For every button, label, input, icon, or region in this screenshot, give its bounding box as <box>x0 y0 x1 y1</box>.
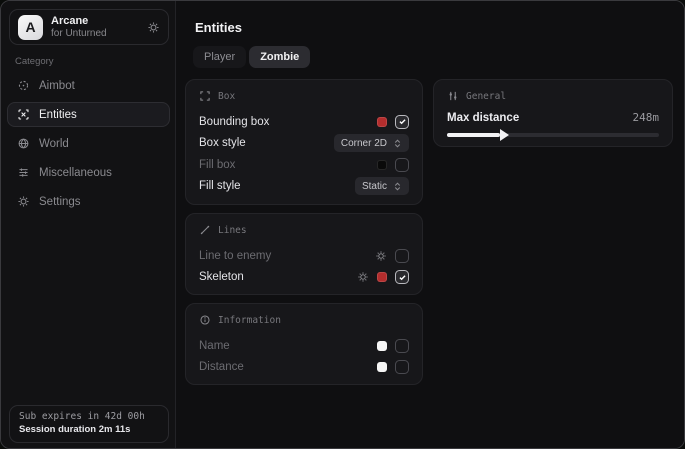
main-content: Entities Player Zombie Box Bounding box <box>176 1 684 448</box>
sidebar-item-world[interactable]: World <box>7 131 170 156</box>
sidebar-item-entities[interactable]: Entities <box>7 102 170 127</box>
app-title: Arcane <box>51 15 139 28</box>
setting-row-skeleton: Skeleton <box>199 267 409 289</box>
subscription-footer: Sub expires in 42d 00h Session duration … <box>9 405 169 443</box>
distance-checkbox[interactable] <box>395 360 409 374</box>
setting-row-fill-style: Fill style Static <box>199 176 409 198</box>
sidebar: A Arcane for Unturned Category A <box>1 1 176 448</box>
box-card: Box Bounding box Box style Corner 2D <box>185 79 423 205</box>
globe-icon <box>17 137 30 150</box>
sidebar-item-label: World <box>39 138 69 150</box>
fill-style-dropdown[interactable]: Static <box>355 177 409 195</box>
name-checkbox[interactable] <box>395 339 409 353</box>
information-card: Information Name Distance <box>185 303 423 385</box>
scan-box-icon <box>17 108 30 121</box>
app-logo-card: A Arcane for Unturned <box>9 9 169 45</box>
gear-icon[interactable] <box>147 21 160 34</box>
bounding-box-checkbox[interactable] <box>395 115 409 129</box>
grid-icon <box>17 166 30 179</box>
color-swatch[interactable] <box>377 341 387 351</box>
category-label: Category <box>15 56 54 67</box>
unfold-icon <box>393 182 402 191</box>
general-card-title: General <box>466 91 506 102</box>
page-title: Entities <box>195 20 242 35</box>
gear-icon[interactable] <box>375 250 387 262</box>
box-card-title: Box <box>218 91 235 102</box>
max-distance-slider[interactable] <box>447 133 659 137</box>
sliders-icon <box>447 90 459 102</box>
crosshair-icon <box>17 79 30 92</box>
skeleton-checkbox[interactable] <box>395 270 409 284</box>
color-swatch[interactable] <box>377 272 387 282</box>
lines-card: Lines Line to enemy Skeleton <box>185 213 423 295</box>
lines-card-title: Lines <box>218 225 247 236</box>
gear-icon <box>17 195 30 208</box>
session-duration-text: Session duration 2m 11s <box>19 424 159 435</box>
max-distance-value: 248m <box>633 111 660 124</box>
setting-row-fill-box: Fill box <box>199 154 409 176</box>
line-to-enemy-checkbox[interactable] <box>395 249 409 263</box>
max-distance-label: Max distance <box>447 112 633 124</box>
setting-row-line-to-enemy: Line to enemy <box>199 245 409 267</box>
color-swatch[interactable] <box>377 160 387 170</box>
diagonal-line-icon <box>199 224 211 236</box>
unfold-icon <box>393 139 402 148</box>
box-style-dropdown[interactable]: Corner 2D <box>334 134 409 152</box>
setting-row-name: Name <box>199 335 409 357</box>
corners-icon <box>199 90 211 102</box>
entity-tabs: Player Zombie <box>193 46 310 68</box>
tab-zombie[interactable]: Zombie <box>249 46 310 68</box>
info-icon <box>199 314 211 326</box>
setting-row-distance: Distance <box>199 357 409 379</box>
app-subtitle: for Unturned <box>51 28 139 40</box>
sidebar-item-label: Entities <box>39 109 77 121</box>
general-card: General Max distance 248m <box>433 79 673 147</box>
gear-icon[interactable] <box>357 271 369 283</box>
app-logo: A <box>18 15 43 40</box>
max-distance-fill <box>447 133 500 137</box>
sidebar-nav: Aimbot Entities World <box>7 73 170 218</box>
sub-expiry-text: Sub expires in 42d 00h <box>19 411 159 422</box>
sidebar-item-settings[interactable]: Settings <box>7 189 170 214</box>
tab-player[interactable]: Player <box>193 46 246 68</box>
sidebar-item-label: Settings <box>39 196 81 208</box>
information-card-title: Information <box>218 315 281 326</box>
color-swatch[interactable] <box>377 117 387 127</box>
sidebar-item-label: Aimbot <box>39 80 75 92</box>
color-swatch[interactable] <box>377 362 387 372</box>
setting-row-box-style: Box style Corner 2D <box>199 133 409 155</box>
arcane-window: A Arcane for Unturned Category A <box>0 0 685 449</box>
sidebar-item-label: Miscellaneous <box>39 167 112 179</box>
setting-row-bounding-box: Bounding box <box>199 111 409 133</box>
sidebar-item-miscellaneous[interactable]: Miscellaneous <box>7 160 170 185</box>
fill-box-checkbox[interactable] <box>395 158 409 172</box>
sidebar-item-aimbot[interactable]: Aimbot <box>7 73 170 98</box>
slider-thumb[interactable] <box>500 129 509 141</box>
